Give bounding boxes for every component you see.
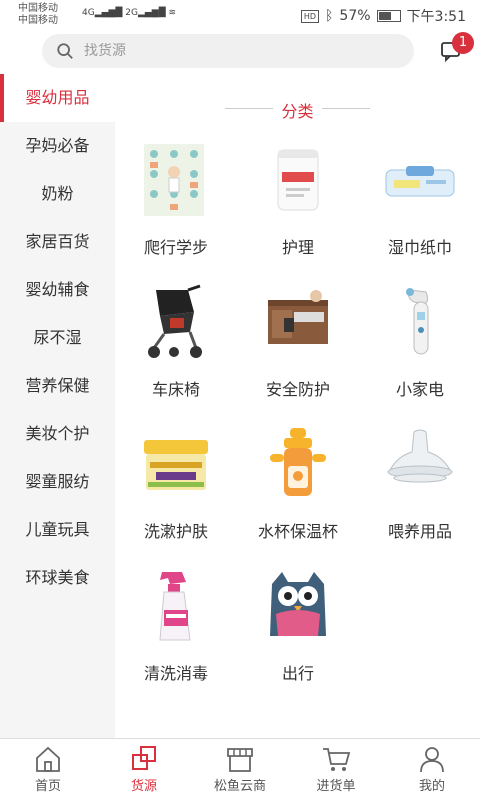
category-label: 洗漱护肤: [143, 522, 208, 541]
clock: 下午3:51: [406, 9, 466, 25]
network-type-1: 4G: [82, 8, 95, 18]
tab-label: 进货单: [316, 779, 356, 794]
spray-bottle-icon: [159, 572, 191, 641]
category-label: 湿巾纸巾: [387, 238, 452, 257]
category-bath-skincare[interactable]: 洗漱护肤: [115, 420, 237, 560]
tab-profile[interactable]: 我的: [384, 739, 480, 800]
sidebar-item-toys[interactable]: 儿童玩具: [0, 506, 115, 554]
tab-label: 松鱼云商: [213, 779, 266, 794]
sidebar-item-kids-apparel[interactable]: 婴童服纺: [0, 458, 115, 506]
category-label: 清洗消毒: [143, 664, 208, 683]
home-icon: [36, 746, 60, 772]
network-type-2: 2G: [125, 8, 138, 18]
sidebar-item-global-food[interactable]: 环球美食: [0, 554, 115, 602]
status-right: HD ᛒ 57% 下午3:51: [300, 6, 466, 26]
message-badge: 1: [452, 32, 474, 54]
owl-backpack-icon: [270, 572, 326, 636]
category-label: 喂养用品: [387, 522, 452, 541]
cream-jar-icon: [144, 440, 208, 490]
sidebar-item-formula[interactable]: 奶粉: [0, 170, 115, 218]
stroller-icon: [148, 284, 202, 358]
category-label: 车床椅: [151, 380, 200, 399]
tab-cart[interactable]: 进货单: [288, 739, 384, 800]
category-feeding[interactable]: 喂养用品: [359, 420, 480, 560]
carrier-labels: 中国移动 中国移动: [18, 3, 58, 27]
category-label: 爬行学步: [143, 238, 208, 257]
category-label: 安全防护: [265, 380, 330, 399]
tab-sources[interactable]: 货源: [96, 739, 192, 800]
battery-percent: 57%: [339, 8, 371, 24]
tab-label: 我的: [418, 779, 445, 794]
category-care[interactable]: 护理: [237, 136, 359, 276]
tab-home[interactable]: 首页: [0, 739, 96, 800]
sidebar-item-beauty-care[interactable]: 美妆个护: [0, 410, 115, 458]
sidebar-item-maternity[interactable]: 孕妈必备: [0, 122, 115, 170]
status-bar: 中国移动 中国移动 4G▂▄▆█ 2G▂▄▆█ ≋ HD ᛒ 57% 下午3:5…: [0, 0, 480, 30]
category-sidebar: 婴幼用品 孕妈必备 奶粉 家居百货 婴幼辅食 尿不湿 营养保健 美妆个护 婴童服…: [0, 74, 115, 738]
cart-icon: [323, 748, 351, 771]
bluetooth-icon: ᛒ: [325, 8, 334, 24]
search-input[interactable]: [84, 43, 334, 59]
category-cups[interactable]: 水杯保温杯: [237, 420, 359, 560]
category-content: 分类 爬行学步 护理 湿巾纸巾 车床椅 安全防护 小家电 洗漱护肤 水杯保温杯 …: [115, 74, 480, 738]
category-label: 出行: [281, 664, 314, 683]
category-strollers[interactable]: 车床椅: [115, 278, 237, 418]
carrier-1: 中国移动: [18, 3, 58, 14]
tab-label: 首页: [34, 779, 61, 794]
carrier-2: 中国移动: [18, 15, 58, 26]
top-header: 1: [0, 30, 480, 74]
category-label: 水杯保温杯: [257, 522, 338, 541]
safety-lock-icon: [268, 290, 328, 344]
sidebar-item-household[interactable]: 家居百货: [0, 218, 115, 266]
category-cleaning[interactable]: 清洗消毒: [115, 562, 237, 702]
category-travel[interactable]: 出行: [237, 562, 359, 702]
signal-indicator: 4G▂▄▆█ 2G▂▄▆█ ≋: [82, 8, 177, 18]
sidebar-item-nutrition[interactable]: 营养保健: [0, 362, 115, 410]
search-icon: [57, 43, 73, 59]
sidebar-item-diapers[interactable]: 尿不湿: [0, 314, 115, 362]
nipple-icon: [387, 429, 453, 483]
tab-label: 货源: [130, 779, 157, 794]
squares-icon: [132, 746, 156, 770]
wipes-icon: [385, 166, 455, 197]
category-wipes[interactable]: 湿巾纸巾: [359, 136, 480, 276]
tab-store[interactable]: 松鱼云商: [192, 739, 288, 800]
battery-icon: [376, 10, 401, 22]
bottom-tab-bar: 首页 货源 松鱼云商 进货单 我的: [0, 738, 480, 800]
sidebar-item-baby-food[interactable]: 婴幼辅食: [0, 266, 115, 314]
search-bar[interactable]: [42, 34, 414, 68]
thermometer-icon: [406, 288, 429, 355]
sippy-cup-icon: [270, 428, 326, 496]
store-icon: [227, 748, 253, 772]
category-small-appliances[interactable]: 小家电: [359, 278, 480, 418]
play-mat-icon: [144, 144, 204, 216]
category-safety[interactable]: 安全防护: [237, 278, 359, 418]
category-crawl-walk[interactable]: 爬行学步: [115, 136, 237, 276]
sidebar-item-baby-supplies[interactable]: 婴幼用品: [0, 74, 115, 122]
hd-icon: HD: [300, 9, 320, 23]
cotton-swab-icon: [277, 149, 319, 211]
section-title: 分类: [115, 98, 480, 122]
category-label: 护理: [281, 238, 314, 257]
user-icon: [420, 747, 444, 773]
category-label: 小家电: [395, 380, 444, 399]
